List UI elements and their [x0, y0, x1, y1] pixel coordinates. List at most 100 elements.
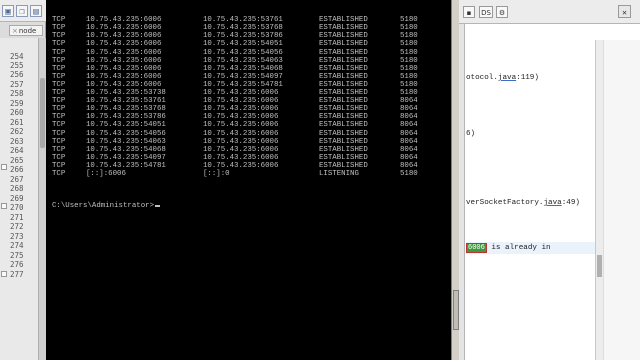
netstat-row: TCP 10.75.43.235:54781 10.75.43.235:6006 ES…	[52, 162, 430, 170]
cell-local: 10.75.43.235:53786	[86, 113, 166, 122]
copy-icon[interactable]: ❐	[16, 5, 28, 17]
cell-local: 10.75.43.235:54056	[86, 129, 166, 138]
cell-foreign: 10.75.43.235:53786	[203, 32, 283, 41]
command-prompt-window[interactable]: TCP 10.75.43.235:6006 10.75.43.235:53761 ES…	[46, 0, 451, 360]
source-link[interactable]: java	[498, 74, 516, 82]
cell-foreign: 10.75.43.235:54068	[203, 64, 283, 73]
terminal-icon[interactable]: ▪	[463, 6, 475, 18]
cell-foreign: 10.75.43.235:54063	[203, 56, 283, 65]
close-icon[interactable]: ×	[12, 27, 18, 35]
cell-proto: TCP	[52, 48, 66, 57]
command-prompt-line[interactable]: C:\Users\Administrator>	[52, 202, 430, 210]
cell-state: ESTABLISHED	[319, 40, 368, 49]
text-cursor	[155, 205, 161, 208]
netstat-row: TCP 10.75.43.235:6006 10.75.43.235:54051 ES…	[52, 40, 430, 48]
cell-state: ESTABLISHED	[319, 32, 368, 41]
cell-proto: TCP	[52, 80, 66, 89]
log-line-port-in-use: 6006 is already in	[466, 243, 551, 253]
line-number: 256	[10, 70, 24, 79]
cell-local: 10.75.43.235:53761	[86, 97, 166, 106]
cell-proto: TCP	[52, 169, 66, 178]
prompt-text: C:\Users\Administrator>	[52, 202, 155, 211]
cell-state: ESTABLISHED	[319, 105, 368, 114]
scroll-thumb[interactable]	[597, 255, 602, 277]
cell-local: 10.75.43.235:53768	[86, 105, 166, 114]
scroll-thumb[interactable]	[40, 78, 45, 148]
cell-proto: TCP	[52, 64, 66, 73]
netstat-row: TCP 10.75.43.235:53768 10.75.43.235:6006 ES…	[52, 105, 430, 113]
netstat-row: TCP 10.75.43.235:6006 10.75.43.235:53761 ES…	[52, 16, 430, 24]
line-number: 266	[10, 165, 24, 174]
cell-proto: TCP	[52, 89, 66, 98]
cell-proto: TCP	[52, 129, 66, 138]
left-editor-panel: ▣ ❐ ▤ ×node 254 255 256 257 258 259 260 261 262 2…	[0, 0, 46, 360]
file-tab-node[interactable]: ×node	[9, 25, 43, 36]
cell-pid: 8064	[400, 97, 418, 106]
netstat-row: TCP 10.75.43.235:6006 10.75.43.235:54781 ES…	[52, 81, 430, 89]
netstat-row: TCP 10.75.43.235:54056 10.75.43.235:6006 ES…	[52, 130, 430, 138]
cell-pid: 5180	[400, 48, 418, 57]
cell-proto: TCP	[52, 16, 66, 25]
line-number: 274	[10, 241, 24, 250]
cell-foreign: 10.75.43.235:6006	[203, 129, 279, 138]
line-number: 257	[10, 80, 24, 89]
cell-state: ESTABLISHED	[319, 137, 368, 146]
cell-state: ESTABLISHED	[319, 56, 368, 65]
netstat-row: TCP 10.75.43.235:54063 10.75.43.235:6006 ES…	[52, 138, 430, 146]
netstat-row: TCP [::]:6006 [::]:0 LISTENING 5180	[52, 170, 430, 178]
cell-local: 10.75.43.235:54068	[86, 145, 166, 154]
source-link[interactable]: java	[543, 199, 561, 207]
cell-local: 10.75.43.235:54097	[86, 153, 166, 162]
cell-foreign: 10.75.43.235:53761	[203, 16, 283, 25]
close-icon[interactable]: ✕	[618, 5, 631, 18]
cell-foreign: 10.75.43.235:6006	[203, 97, 279, 106]
log-line-paren: 6)	[466, 130, 476, 138]
cell-foreign: 10.75.43.235:6006	[203, 137, 279, 146]
cell-foreign: 10.75.43.235:54056	[203, 48, 283, 57]
netstat-row: TCP 10.75.43.235:54068 10.75.43.235:6006 ES…	[52, 146, 430, 154]
log-line-protocol: otocol.java:119)	[466, 74, 539, 82]
netstat-row: TCP 10.75.43.235:6006 10.75.43.235:54056 ES…	[52, 49, 430, 57]
cell-proto: TCP	[52, 97, 66, 106]
line-number: 269	[10, 194, 24, 203]
save-icon[interactable]: ▣	[2, 5, 14, 17]
cell-local: 10.75.43.235:54051	[86, 121, 166, 130]
line-number: 271	[10, 213, 24, 222]
line-number: 260	[10, 108, 24, 117]
tab-label: node	[18, 27, 37, 35]
cell-pid: 5180	[400, 32, 418, 41]
cell-local: 10.75.43.235:6006	[86, 48, 162, 57]
left-scrollbar[interactable]	[38, 38, 46, 360]
cell-proto: TCP	[52, 105, 66, 114]
cell-foreign: 10.75.43.235:6006	[203, 105, 279, 114]
cell-pid: 8064	[400, 137, 418, 146]
netstat-row: TCP 10.75.43.235:54051 10.75.43.235:6006 ES…	[52, 121, 430, 129]
document-icon[interactable]: ▤	[30, 5, 42, 17]
line-number: 261	[10, 118, 24, 127]
right-scrollbar[interactable]	[595, 40, 603, 360]
cell-foreign: 10.75.43.235:54051	[203, 40, 283, 49]
line-number: 270	[10, 203, 24, 212]
fold-marker-icon[interactable]	[1, 271, 7, 277]
line-number: 258	[10, 89, 24, 98]
settings-icon[interactable]: ⚙	[496, 6, 508, 18]
netstat-row: TCP 10.75.43.235:53761 10.75.43.235:6006 ES…	[52, 97, 430, 105]
cell-foreign: 10.75.43.235:54781	[203, 80, 283, 89]
cell-pid: 8064	[400, 129, 418, 138]
cell-state: ESTABLISHED	[319, 24, 368, 33]
line-number-gutter: 254 255 256 257 258 259 260 261 262 263 264 265 266 2…	[0, 38, 38, 360]
right-margin	[603, 40, 640, 360]
console-scrollbar[interactable]	[451, 0, 459, 360]
fold-marker-icon[interactable]	[1, 203, 7, 209]
cell-pid: 8064	[400, 105, 418, 114]
cell-pid: 8064	[400, 153, 418, 162]
cell-proto: TCP	[52, 153, 66, 162]
left-toolbar: ▣ ❐ ▤	[0, 0, 46, 22]
editor-left-border	[459, 24, 465, 360]
ds-button[interactable]: DS	[479, 6, 493, 18]
cell-pid: 5180	[400, 24, 418, 33]
fold-marker-icon[interactable]	[1, 164, 7, 170]
cell-local: 10.75.43.235:54063	[86, 137, 166, 146]
cell-proto: TCP	[52, 56, 66, 65]
cell-state: ESTABLISHED	[319, 161, 368, 170]
